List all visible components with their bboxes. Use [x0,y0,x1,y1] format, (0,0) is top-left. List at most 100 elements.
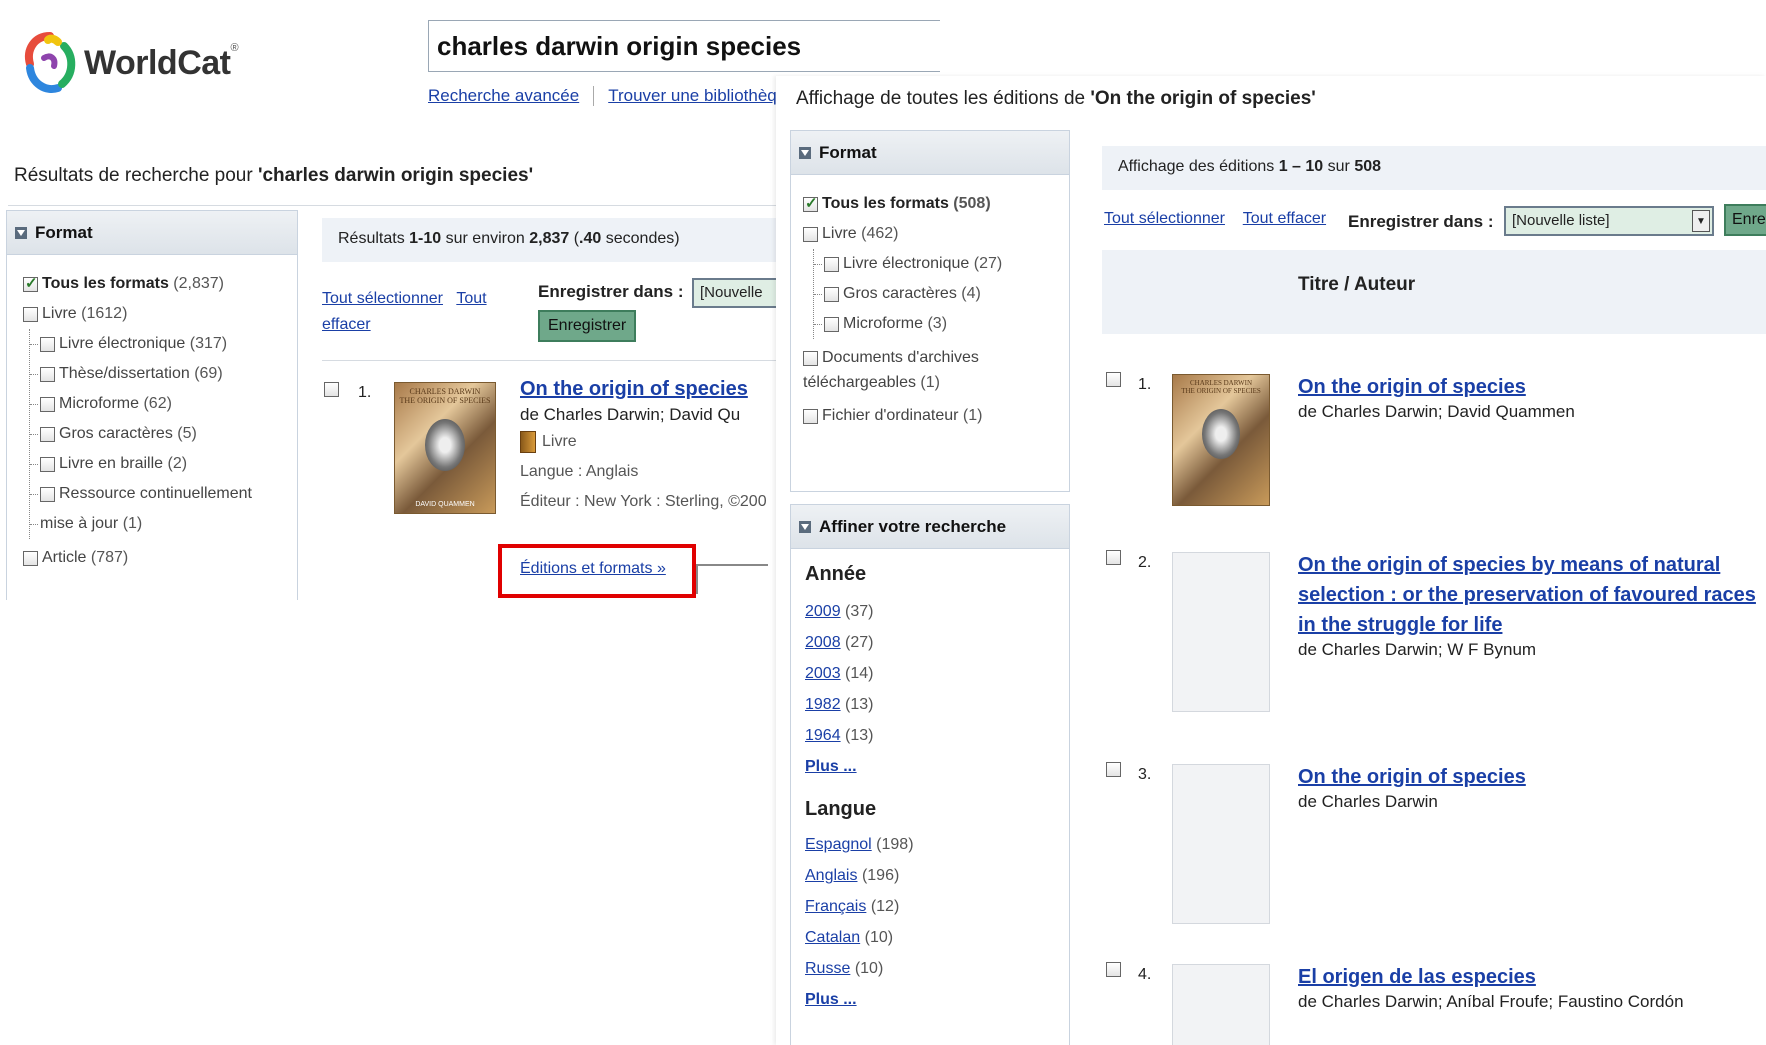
language-link[interactable]: Espagnol [805,836,872,853]
clear-all-link-cont[interactable]: effacer [322,316,371,333]
edition-item: 4. El origen de las especies de Charles … [1102,962,1766,1045]
cover-title-2: THE ORIGIN OF SPECIES [1181,387,1261,395]
collapse-icon[interactable] [799,520,811,533]
checkbox[interactable] [40,456,55,472]
col-title-author[interactable]: Titre / Auteur [1298,274,1415,296]
search-box[interactable]: charles darwin origin species [428,20,940,72]
format-continuing-resource-cont: mise à jour (1) [30,509,285,539]
language-link[interactable]: Catalan [805,929,860,946]
editions-format-header[interactable]: Format [791,131,1069,175]
edition-title-line: in the struggle for life [1298,614,1503,636]
format-braille[interactable]: Livre en braille (2) [30,449,285,479]
checkbox[interactable] [40,366,55,382]
format-list: Tous les formats (2,837) Livre (1612) Li… [7,255,297,573]
results-heading: Résultats de recherche pour 'charles dar… [14,165,533,187]
language-link[interactable]: Français [805,898,866,915]
checkbox[interactable] [803,226,818,242]
edition-checkbox[interactable] [1106,550,1121,565]
collapse-icon[interactable] [799,146,811,159]
format-label: Livre [822,225,857,242]
year-link[interactable]: 2003 [805,665,841,682]
format-label: Livre électronique [843,255,970,272]
worldcat-logo-text: WorldCat [84,43,231,82]
edition-number: 2. [1138,554,1152,571]
checkbox[interactable] [824,286,839,302]
edition-cover[interactable]: CHARLES DARWIN THE ORIGIN OF SPECIES [1172,374,1270,506]
result-checkbox[interactable] [324,382,339,397]
checkbox[interactable] [40,396,55,412]
checkbox[interactable] [803,350,818,366]
editions-save-button[interactable]: Enreg [1724,204,1766,236]
format-thesis[interactable]: Thèse/dissertation (69) [30,359,285,389]
editions-format-ebook[interactable]: Livre électronique (27) [814,249,1061,279]
edition-title-link[interactable]: El origen de las especies [1298,962,1684,992]
year-link[interactable]: 1964 [805,727,841,744]
checkbox[interactable] [23,306,38,322]
editions-format-large-print[interactable]: Gros caractères (4) [814,279,1061,309]
save-button[interactable]: Enregistrer [538,310,637,342]
format-label: Livre en braille [59,455,164,472]
editions-format-book[interactable]: Livre (462) [803,219,1061,249]
edition-title-link[interactable]: On the origin of species by means of nat… [1298,550,1766,640]
format-continuing-resource[interactable]: Ressource continuellement [30,479,285,509]
editions-format-title: Format [819,142,877,162]
year-heading: Année [805,563,867,585]
checkbox[interactable] [824,316,839,332]
result-number: 1. [358,384,372,401]
year-link[interactable]: 1982 [805,696,841,713]
editions-format-microform[interactable]: Microforme (3) [814,309,1061,339]
editions-format-computer-file[interactable]: Fichier d'ordinateur (1) [803,401,1061,431]
format-large-print[interactable]: Gros caractères (5) [30,419,285,449]
year-count: (27) [845,634,874,651]
checkbox-checked[interactable] [803,194,818,212]
edition-title-link[interactable]: On the origin of species [1298,372,1575,402]
editions-format-archives[interactable]: Documents d'archives [803,345,1061,371]
edition-checkbox[interactable] [1106,762,1121,777]
search-input[interactable]: charles darwin origin species [437,31,801,61]
edition-checkbox[interactable] [1106,372,1121,387]
language-link[interactable]: Russe [805,960,850,977]
edition-title-link[interactable]: On the origin of species [1298,762,1526,792]
dropdown-arrow-icon[interactable]: ▼ [1692,210,1710,232]
format-count: (1) [920,374,940,391]
checkbox-checked[interactable] [23,274,38,292]
year-link[interactable]: 2009 [805,603,841,620]
cover-author: DAVID QUAMMEN [415,501,475,508]
edition-checkbox[interactable] [1106,962,1121,977]
format-article[interactable]: Article (787) [23,543,285,573]
format-panel-header[interactable]: Format [7,211,297,255]
format-microform[interactable]: Microforme (62) [30,389,285,419]
editions-select-all-link[interactable]: Tout sélectionner [1104,210,1225,227]
editions-summary-total: 508 [1354,158,1382,175]
format-ebook[interactable]: Livre électronique (317) [30,329,285,359]
editions-format-all[interactable]: Tous les formats (508) [803,189,1061,219]
checkbox[interactable] [40,486,55,502]
year-link[interactable]: 2008 [805,634,841,651]
editions-save-list-select[interactable]: [Nouvelle liste] ▼ [1504,206,1714,236]
language-more-link[interactable]: Plus ... [805,991,857,1008]
checkbox[interactable] [40,426,55,442]
cover-title-1: CHARLES DARWIN [409,387,481,396]
registered-mark: ® [230,42,239,54]
editions-formats-link[interactable]: Éditions et formats » [520,560,666,578]
edition-number: 1. [1138,376,1152,393]
select-all-link[interactable]: Tout sélectionner [322,290,443,307]
language-link[interactable]: Anglais [805,867,857,884]
worldcat-logo[interactable]: WorldCat ® [20,28,239,98]
year-count: (14) [845,665,874,682]
book-cover[interactable]: CHARLES DARWIN THE ORIGIN OF SPECIES DAV… [394,382,496,514]
checkbox[interactable] [40,336,55,352]
find-library-link[interactable]: Trouver une bibliothèque [608,86,795,106]
format-all[interactable]: Tous les formats (2,837) [23,269,285,299]
format-count: (2,837) [173,275,224,292]
advanced-search-link[interactable]: Recherche avancée [428,86,579,106]
checkbox[interactable] [23,550,38,566]
format-book[interactable]: Livre (1612) [23,299,285,329]
editions-clear-all-link[interactable]: Tout effacer [1243,210,1326,227]
collapse-icon[interactable] [15,226,27,239]
refine-header[interactable]: Affiner votre recherche [791,505,1069,549]
year-more-link[interactable]: Plus ... [805,758,857,775]
checkbox[interactable] [803,408,818,424]
checkbox[interactable] [824,256,839,272]
clear-all-link[interactable]: Tout [456,290,486,307]
